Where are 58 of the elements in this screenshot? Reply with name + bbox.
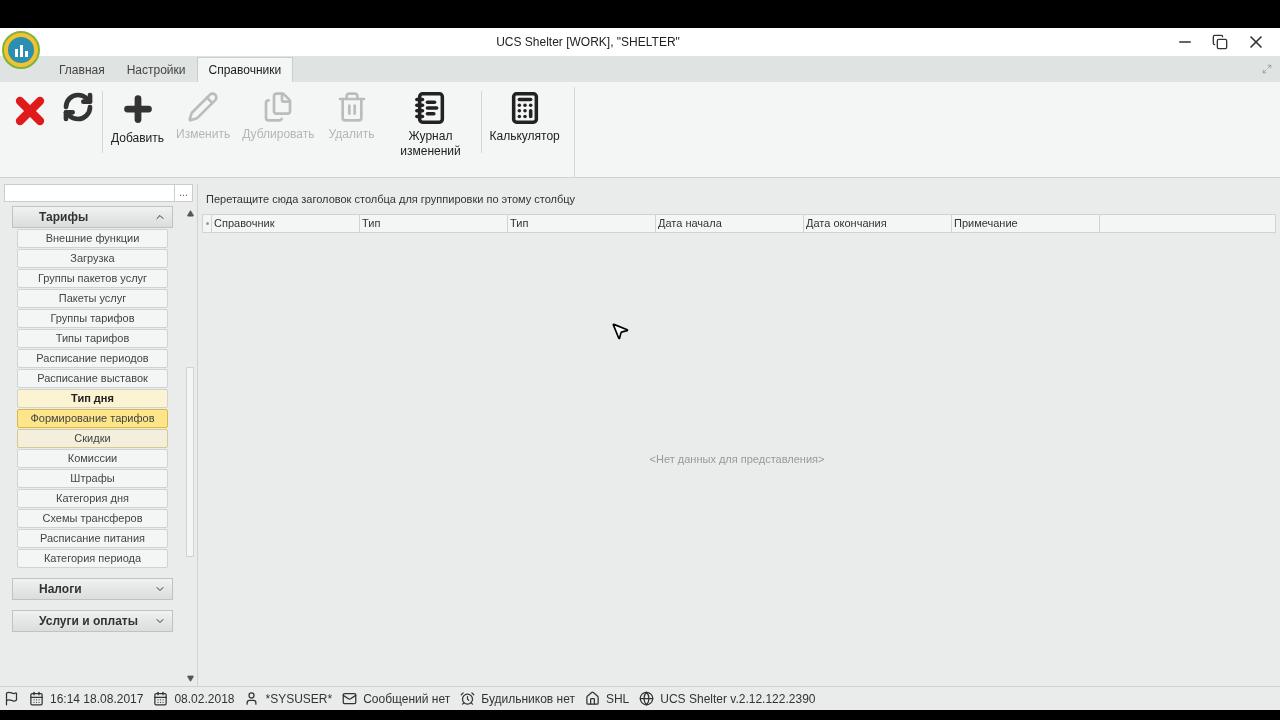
sidebar-item[interactable]: Загрузка (17, 249, 168, 268)
sidebar-item[interactable]: Скидки (17, 429, 168, 448)
status-text: Сообщений нет (363, 690, 451, 708)
sidebar-item[interactable]: Типы тарифов (17, 329, 168, 348)
toolbar-button[interactable]: Журнал изменений (382, 87, 479, 167)
column-header[interactable]: Дата начала (656, 215, 804, 232)
sidebar-item[interactable]: Штрафы (17, 469, 168, 488)
calendar-icon[interactable] (153, 691, 169, 706)
sidebar-item[interactable]: Группы тарифов (17, 309, 168, 328)
sidebar-item[interactable]: Расписание периодов (17, 349, 168, 368)
status-text: 08.02.2018 (174, 690, 235, 708)
scroll-down-icon[interactable] (186, 675, 194, 682)
refresh-icon (62, 91, 94, 123)
envelope-icon[interactable] (342, 691, 358, 706)
status-text: 16:14 18.08.2017 (50, 690, 144, 708)
column-header[interactable]: Примечание (952, 215, 1100, 232)
sidebar-item[interactable]: Внешние функции (17, 229, 168, 248)
search-field[interactable] (4, 184, 175, 202)
search-options-button[interactable]: ... (175, 184, 193, 202)
alarm-clock-icon[interactable] (460, 691, 476, 706)
column-header[interactable]: Справочник (212, 215, 360, 232)
restore-icon[interactable] (1212, 34, 1228, 50)
toolbar-button[interactable]: Калькулятор (483, 87, 566, 167)
sidebar-item[interactable]: Категория периода (17, 549, 168, 568)
calendar-icon[interactable] (29, 691, 44, 706)
column-header[interactable]: Тип (508, 215, 656, 232)
mouse-cursor-icon (610, 321, 630, 341)
user-icon[interactable] (244, 691, 260, 706)
ribbon-tab[interactable]: Настройки (115, 57, 197, 82)
home-icon[interactable] (584, 691, 600, 706)
sidebar-item[interactable]: Схемы трансферов (17, 509, 168, 528)
scroll-up-icon[interactable] (186, 210, 194, 217)
flag-icon[interactable] (4, 691, 19, 706)
group-header[interactable]: Налоги (12, 578, 173, 600)
sidebar-item[interactable]: Тип дня (17, 389, 168, 408)
column-header[interactable]: Тип (360, 215, 508, 232)
group-hint: Перетащите сюда заголовок столбца для группировки по этому столбцу (206, 191, 576, 207)
sidebar-item[interactable]: Расписание питания (17, 529, 168, 548)
sidebar-item[interactable]: Комиссии (17, 449, 168, 468)
ribbon-tab[interactable]: Главная (48, 57, 116, 82)
status-text: Будильников нет (481, 690, 575, 708)
sidebar-item[interactable]: Пакеты услуг (17, 289, 168, 308)
group-header[interactable]: Услуги и оплаты (12, 610, 173, 632)
status-text: SHL (605, 690, 630, 708)
globe-icon[interactable] (639, 691, 655, 706)
column-header[interactable]: Дата окончания (804, 215, 952, 232)
status-text: *SYSUSER* (265, 690, 333, 708)
sidebar-item[interactable]: Категория дня (17, 489, 168, 508)
sidebar-item[interactable]: Группы пакетов услуг (17, 269, 168, 288)
sidebar-item[interactable]: Расписание выставок (17, 369, 168, 388)
status-text: UCS Shelter v.2.12.122.2390 (660, 690, 816, 708)
group-header[interactable]: Тарифы (12, 206, 173, 228)
toolbar-button[interactable]: Добавить (105, 87, 171, 167)
empty-message: <Нет данных для представления> (649, 452, 825, 468)
pencil-icon (187, 91, 220, 123)
sidebar-item[interactable]: Формирование тарифов (17, 409, 168, 428)
ribbon-tab[interactable]: Справочники (196, 57, 294, 82)
window-title: UCS Shelter [WORK], "SHELTER" (495, 34, 681, 51)
